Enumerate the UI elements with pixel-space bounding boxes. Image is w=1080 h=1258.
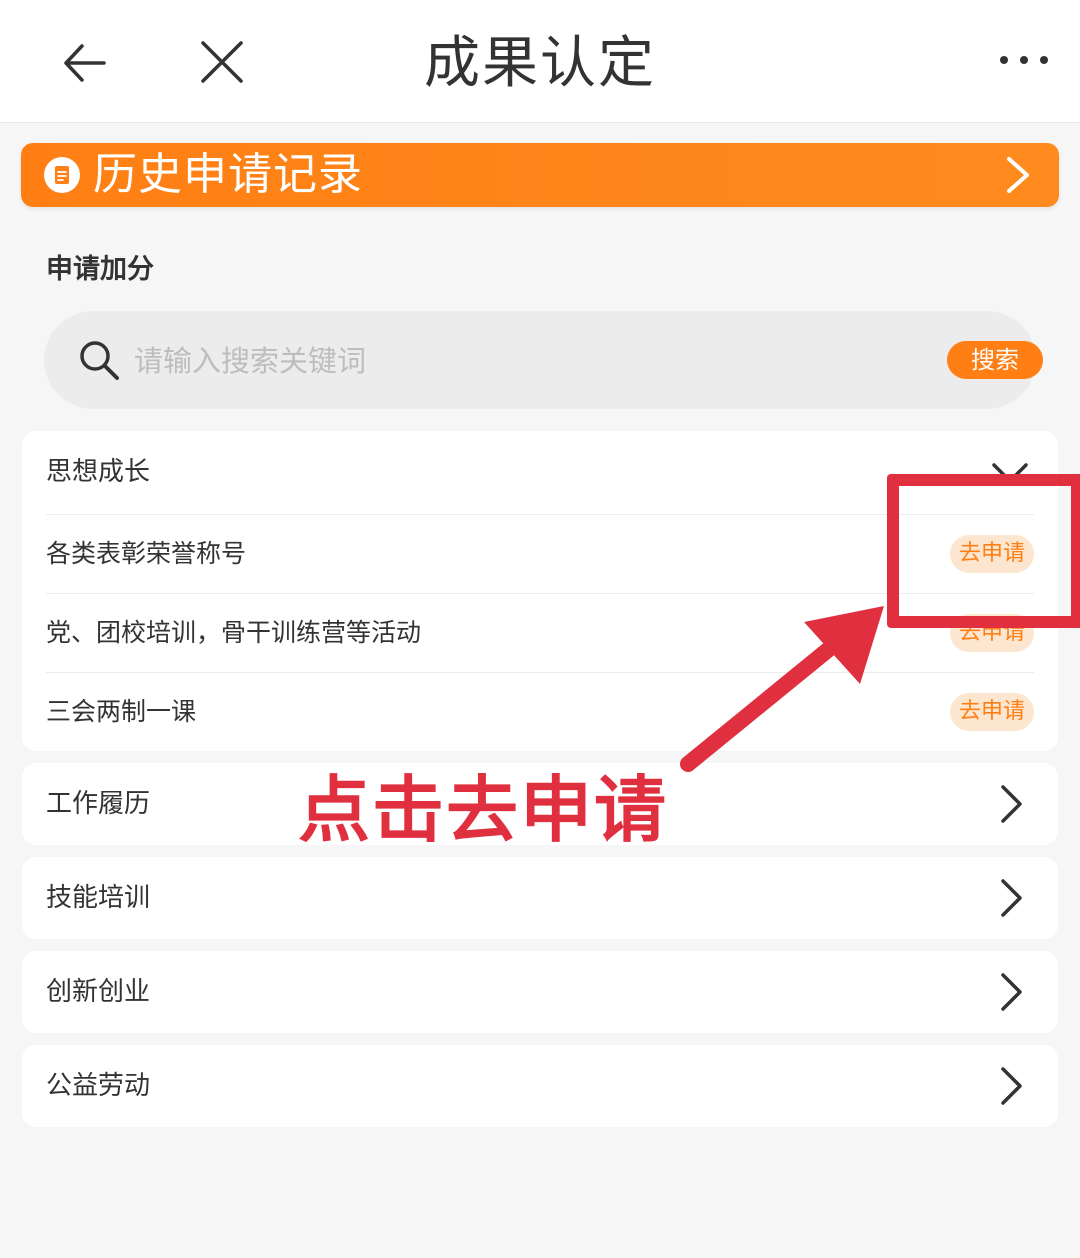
category-card-skill-training[interactable]: 技能培训: [22, 857, 1058, 939]
search-icon: [76, 337, 122, 383]
list-item: 党、团校培训，骨干训练营等活动 去申请: [46, 593, 1034, 672]
close-icon[interactable]: [196, 36, 248, 88]
section-title: 申请加分: [46, 254, 154, 285]
category-card-thought-growth: 思想成长 各类表彰荣誉称号 去申请 党、团校培训，骨干训练营等活动 去申请 三会…: [22, 431, 1058, 751]
chevron-right-icon: [990, 783, 1030, 825]
document-icon: [43, 156, 81, 194]
history-records-banner[interactable]: 历史申请记录: [21, 143, 1059, 207]
page-title: 成果认定: [424, 31, 656, 96]
category-card-public-welfare[interactable]: 公益劳动: [22, 1045, 1058, 1127]
more-options-icon[interactable]: [994, 46, 1054, 74]
history-records-label: 历史申请记录: [93, 149, 363, 200]
category-card-work-history[interactable]: 工作履历: [22, 763, 1058, 845]
search-button[interactable]: 搜索: [947, 341, 1043, 379]
chevron-right-icon: [997, 155, 1037, 195]
back-arrow-icon[interactable]: [58, 34, 110, 92]
chevron-right-icon: [990, 877, 1030, 919]
top-navigation-bar: 成果认定: [0, 0, 1080, 123]
category-title: 思想成长: [46, 457, 151, 487]
chevron-right-icon: [990, 971, 1030, 1013]
category-title: 公益劳动: [46, 1071, 151, 1101]
search-input[interactable]: [132, 335, 916, 387]
apply-button[interactable]: 去申请: [950, 693, 1034, 731]
list-item: 各类表彰荣誉称号 去申请: [46, 514, 1034, 593]
list-item-label: 三会两制一课: [46, 697, 197, 726]
category-card-innovation[interactable]: 创新创业: [22, 951, 1058, 1033]
search-bar: 搜索: [44, 311, 1043, 409]
apply-button[interactable]: 去申请: [950, 535, 1034, 573]
chevron-right-icon: [990, 1065, 1030, 1107]
category-header[interactable]: 思想成长: [22, 431, 1058, 513]
category-title: 工作履历: [46, 789, 151, 819]
list-item-label: 党、团校培训，骨干训练营等活动: [46, 618, 422, 647]
category-title: 技能培训: [46, 883, 151, 913]
chevron-down-icon: [990, 451, 1030, 493]
category-title: 创新创业: [46, 977, 151, 1007]
list-item: 三会两制一课 去申请: [46, 672, 1034, 751]
list-item-label: 各类表彰荣誉称号: [46, 539, 247, 568]
apply-button[interactable]: 去申请: [950, 614, 1034, 652]
